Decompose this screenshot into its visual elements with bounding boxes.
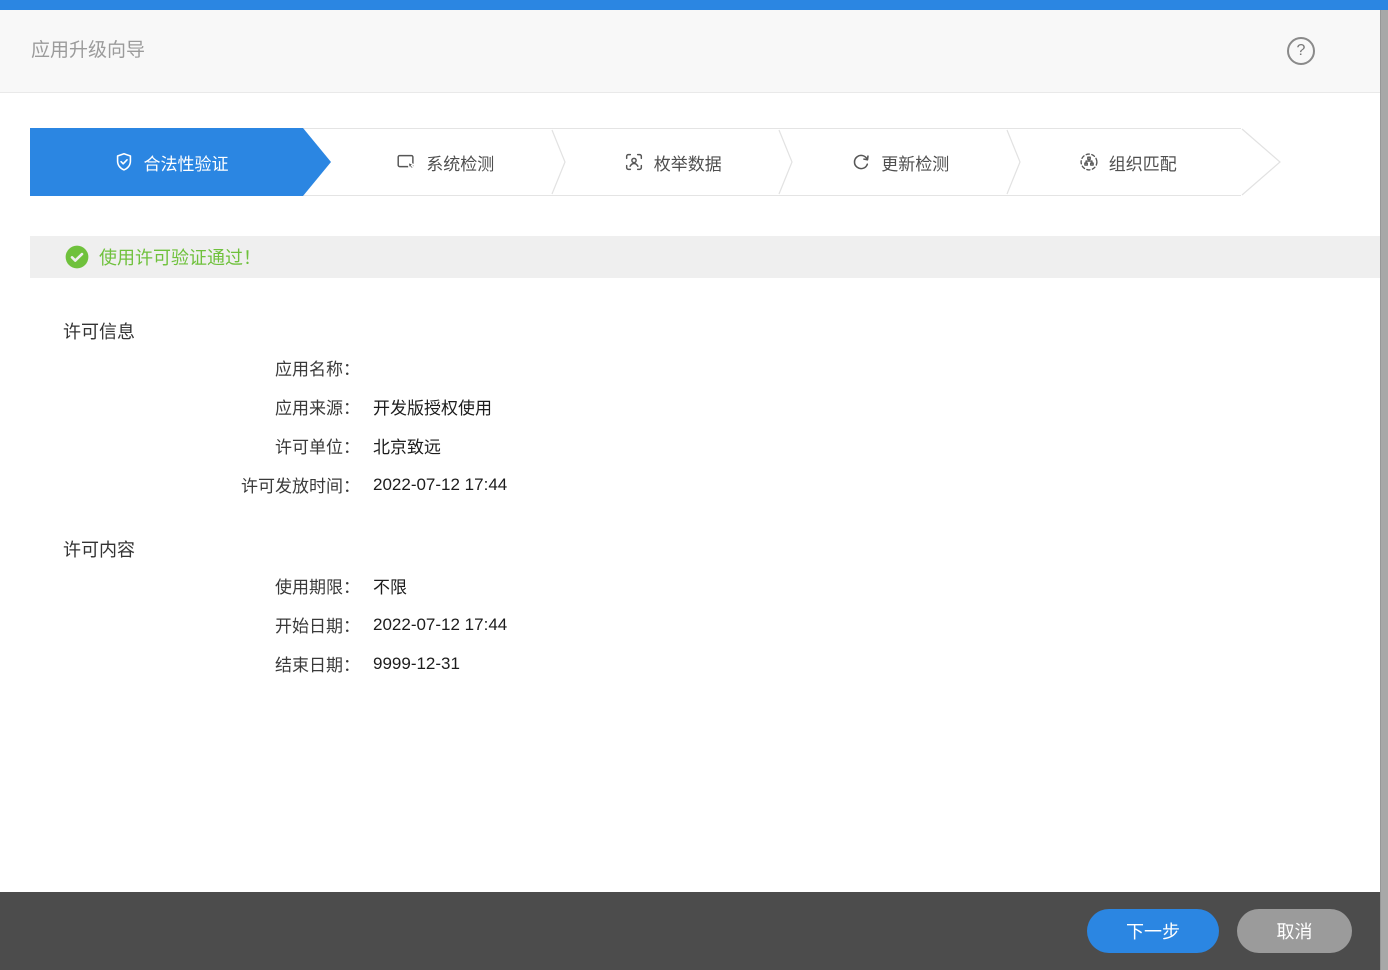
monitor-cursor-icon — [397, 154, 415, 170]
step-label: 枚举数据 — [653, 154, 722, 174]
row-license-unit: 许可单位： 北京致远 — [30, 426, 507, 465]
row-app-source: 应用来源： 开发版授权使用 — [30, 387, 507, 426]
row-value: 2022-07-12 17:44 — [373, 474, 508, 494]
help-circle-icon[interactable]: ? — [1287, 37, 1315, 65]
license-info-rows: 应用名称： 应用来源： 开发版授权使用 许可单位： 北京致远 许可发放时间： 2… — [30, 348, 507, 504]
step-org-matching[interactable]: 组织匹配 — [1005, 129, 1242, 195]
row-value: 北京致远 — [373, 438, 441, 457]
step-label: 更新检测 — [881, 154, 950, 174]
refresh-icon — [853, 154, 869, 170]
step-legality-verification[interactable]: 合法性验证 — [30, 128, 331, 196]
row-label: 许可发放时间： — [241, 477, 360, 496]
check-circle-icon — [65, 245, 89, 269]
row-start-date: 开始日期： 2022-07-12 17:44 — [30, 605, 507, 644]
wizard-header: 应用升级向导 ? — [0, 10, 1388, 93]
cancel-button[interactable]: 取消 — [1237, 909, 1352, 953]
step-system-detection[interactable]: 系统检测 — [331, 129, 559, 195]
top-accent-bar — [0, 0, 1388, 10]
step-update-detection[interactable]: 更新检测 — [778, 129, 1014, 195]
row-label: 开始日期： — [275, 617, 360, 636]
step-bar-end-chevron — [1241, 128, 1281, 196]
org-match-icon — [1080, 153, 1098, 171]
license-content-rows: 使用期限： 不限 开始日期： 2022-07-12 17:44 结束日期： 99… — [30, 566, 507, 683]
row-app-name: 应用名称： — [30, 348, 507, 387]
wizard-step-bar: 合法性验证 系统检测 枚举数据 更新检测 组织匹配 — [30, 128, 1281, 196]
step-label: 系统检测 — [426, 154, 495, 174]
row-label: 许可单位： — [275, 438, 360, 457]
vertical-scrollbar[interactable] — [1380, 10, 1388, 970]
row-label: 使用期限： — [275, 578, 360, 597]
step-label: 组织匹配 — [1108, 154, 1177, 174]
status-message: 使用许可验证通过！ — [99, 248, 261, 268]
shield-check-icon — [113, 151, 135, 173]
upgrade-wizard-window: 应用升级向导 ? 合法性验证 系统检测 枚举数据 更新检测 组织匹配 使用许可验… — [0, 0, 1388, 970]
step-enumerate-data[interactable]: 枚举数据 — [550, 129, 787, 195]
row-value: 不限 — [373, 578, 407, 597]
row-label: 结束日期： — [275, 656, 360, 675]
row-value: 开发版授权使用 — [373, 399, 492, 418]
license-status-banner: 使用许可验证通过！ — [30, 236, 1381, 278]
next-button[interactable]: 下一步 — [1087, 909, 1219, 953]
section-title-license-content: 许可内容 — [63, 540, 135, 560]
enumerate-person-icon — [625, 153, 642, 171]
wizard-footer: 下一步 取消 — [0, 892, 1388, 970]
page-title: 应用升级向导 — [31, 40, 146, 61]
row-value: 2022-07-12 17:44 — [373, 614, 508, 634]
row-license-issue-time: 许可发放时间： 2022-07-12 17:44 — [30, 465, 507, 504]
step-label: 合法性验证 — [143, 154, 229, 174]
row-value: 9999-12-31 — [373, 653, 460, 673]
section-title-license-info: 许可信息 — [63, 322, 135, 342]
row-usage-period: 使用期限： 不限 — [30, 566, 507, 605]
row-end-date: 结束日期： 9999-12-31 — [30, 644, 507, 683]
row-label: 应用来源： — [275, 399, 360, 418]
row-label: 应用名称： — [275, 360, 360, 379]
